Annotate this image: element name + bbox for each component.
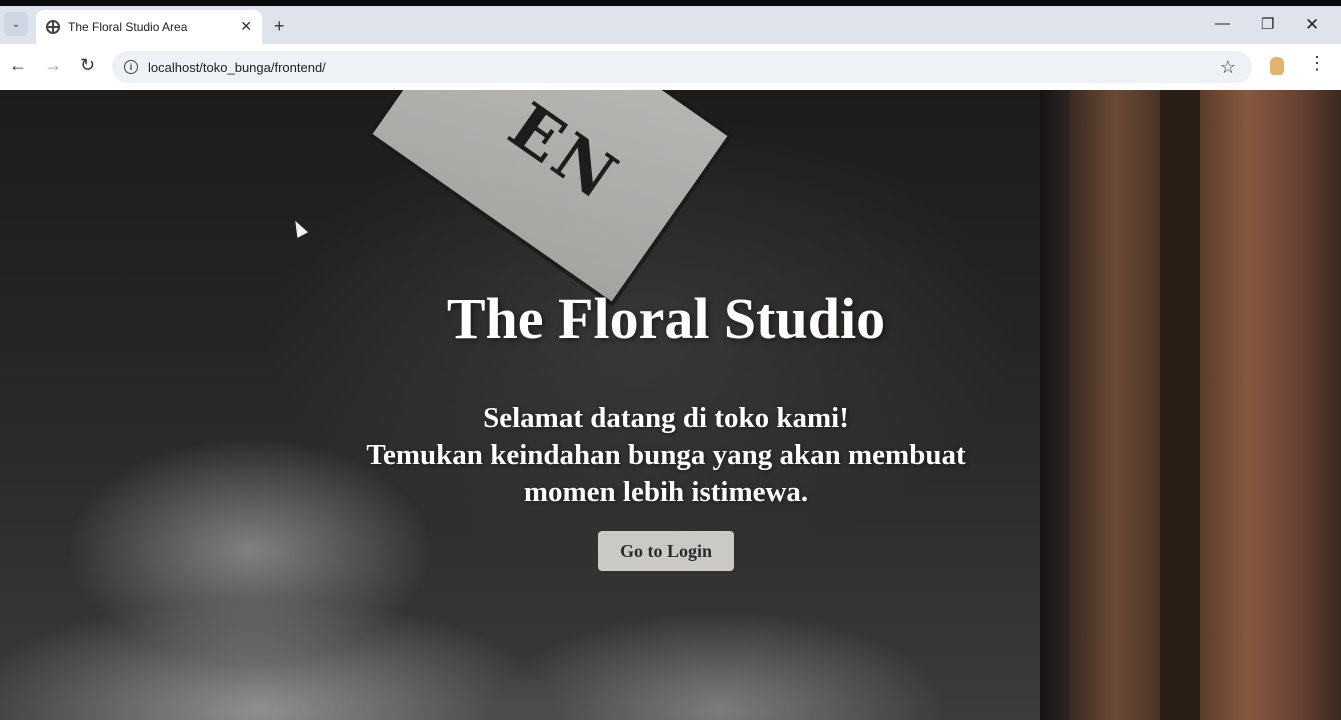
tab-floral-studio[interactable]: The Floral Studio Area ✕ (36, 10, 262, 44)
globe-icon (46, 20, 60, 34)
tab-strip: ⌄ The Floral Studio Area ✕ + — ❐ ✕ (0, 0, 1341, 44)
restore-button[interactable]: ❐ (1261, 15, 1274, 33)
new-tab-button[interactable]: + (274, 17, 285, 35)
window-close-button[interactable]: ✕ (1305, 15, 1319, 35)
welcome-text: Selamat datang di toko kami! Temukan kei… (0, 400, 1332, 511)
minimize-button[interactable]: — (1215, 15, 1230, 32)
star-icon[interactable]: ☆ (1220, 57, 1236, 78)
page-title: The Floral Studio (446, 286, 886, 351)
hero-content: The Floral Studio Selamat datang di toko… (0, 90, 1341, 720)
tab-title: The Floral Studio Area (68, 20, 188, 34)
extension-icon[interactable] (1270, 57, 1284, 75)
welcome-line: momen lebih istimewa. (523, 476, 809, 508)
address-bar[interactable]: i localhost/toko_bunga/frontend/ ☆ (112, 51, 1252, 83)
reload-icon[interactable]: ↻ (80, 56, 95, 74)
url-text[interactable]: localhost/toko_bunga/frontend/ (148, 60, 326, 75)
welcome-line: Temukan keindahan bunga yang akan membua… (366, 439, 966, 471)
info-icon[interactable]: i (124, 60, 138, 74)
go-to-login-button[interactable]: Go to Login (598, 531, 734, 571)
menu-icon[interactable]: ⋮ (1308, 54, 1326, 72)
welcome-line: Selamat datang di toko kami! (483, 402, 849, 434)
tab-search-icon[interactable]: ⌄ (4, 12, 28, 36)
forward-icon[interactable]: → (44, 56, 62, 74)
back-icon[interactable]: ← (9, 56, 27, 74)
browser-toolbar: ← → ↻ i localhost/toko_bunga/frontend/ ☆… (0, 44, 1341, 90)
close-icon[interactable]: ✕ (240, 18, 252, 35)
